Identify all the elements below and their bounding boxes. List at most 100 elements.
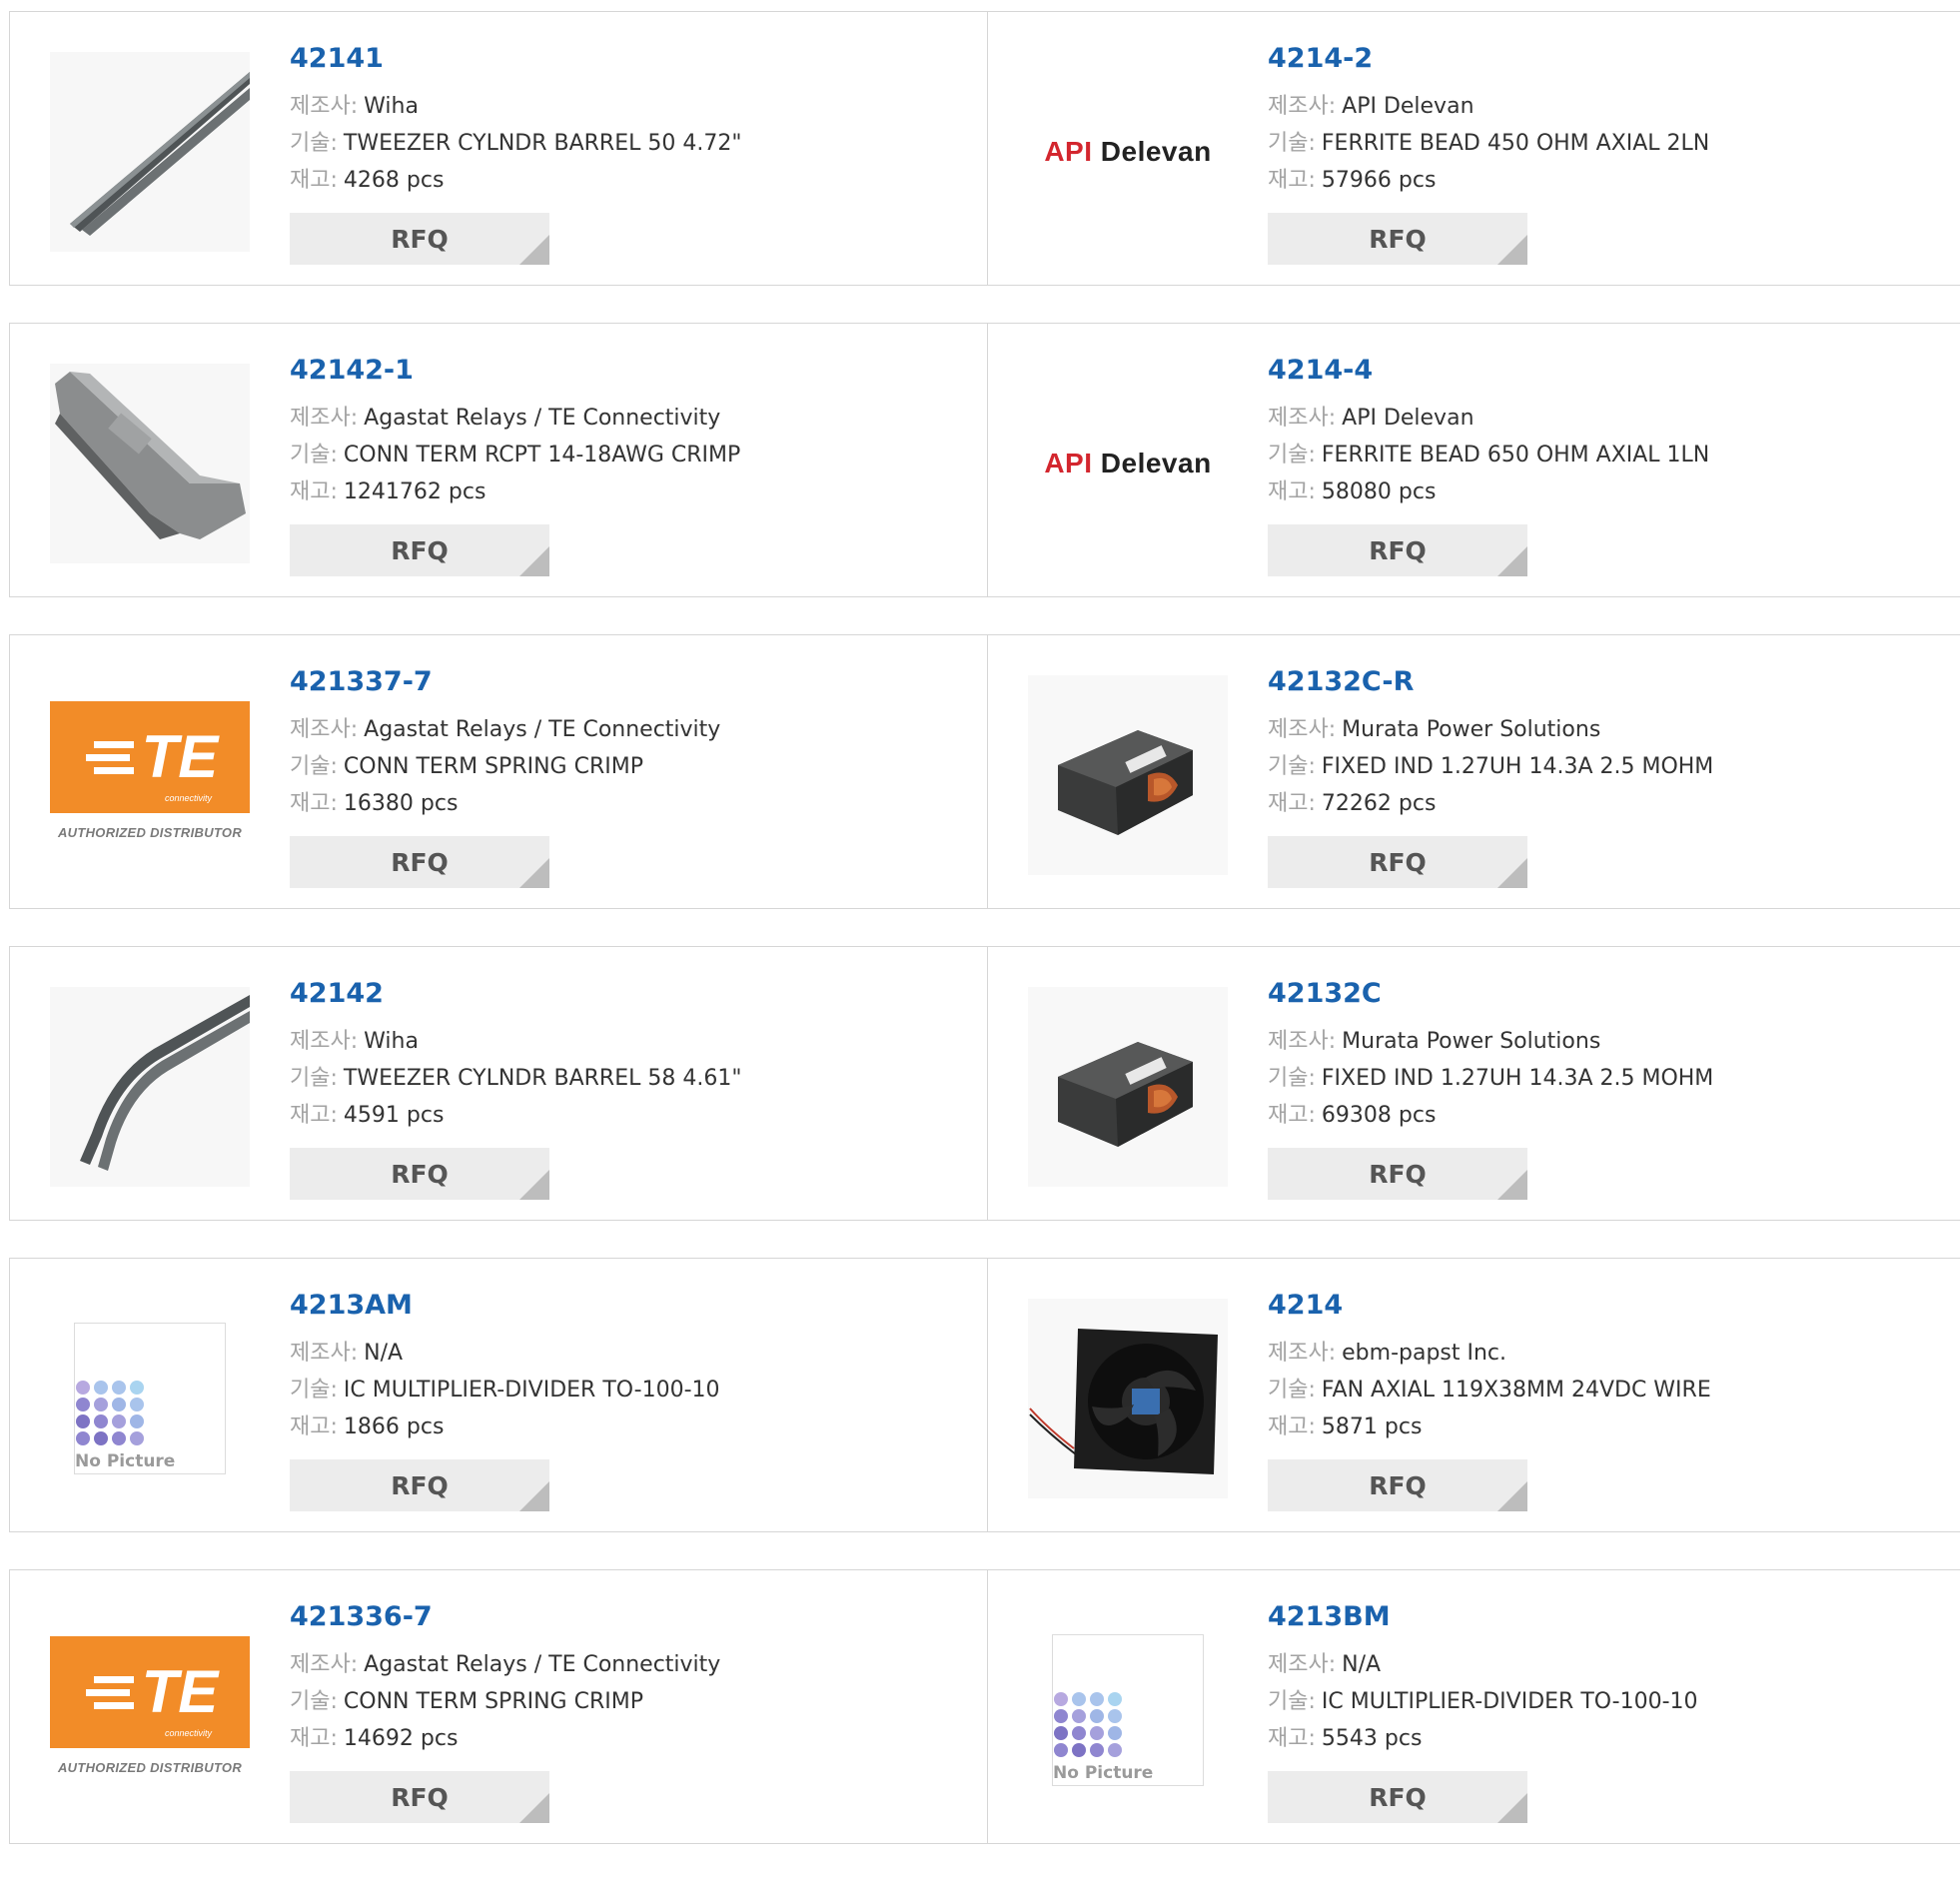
- no-picture-label: No Picture: [1053, 1763, 1154, 1783]
- rfq-button[interactable]: RFQ: [1268, 836, 1527, 888]
- product-image[interactable]: [50, 52, 250, 252]
- te-logo-box: TE connectivity: [50, 701, 250, 813]
- description-value: FIXED IND 1.27UH 14.3A 2.5 MOHM: [1321, 754, 1714, 779]
- crimp-terminal-image: [50, 364, 250, 563]
- te-logo-text: TE: [141, 1658, 219, 1725]
- product-card: 42132C-R 제조사: Murata Power Solutions 기술: F…: [987, 635, 1960, 908]
- rfq-button[interactable]: RFQ: [290, 524, 549, 576]
- product-info: 42142 제조사: Wiha 기술: TWEEZER CYLNDR BARREL …: [290, 977, 977, 1134]
- description-label: 기술:: [1268, 1689, 1316, 1714]
- stock-value: 16380 pcs: [343, 791, 459, 816]
- description-row: 기술: CONN TERM RCPT 14-18AWG CRIMP: [290, 437, 977, 473]
- description-value: IC MULTIPLIER-DIVIDER TO-100-10: [343, 1378, 720, 1403]
- product-card: TE connectivity AUTHORIZED DISTRIBUTOR 421…: [10, 635, 987, 908]
- manufacturer-value: Agastat Relays / TE Connectivity: [364, 717, 721, 742]
- manufacturer-value: N/A: [1342, 1652, 1382, 1677]
- part-number-link[interactable]: 42142: [290, 977, 977, 1011]
- product-image[interactable]: [1028, 675, 1228, 875]
- product-image[interactable]: API Delevan: [1028, 52, 1228, 252]
- corner-triangle-icon: [519, 235, 549, 265]
- manufacturer-row: 제조사: Wiha: [290, 1023, 977, 1060]
- stock-value: 5871 pcs: [1321, 1414, 1423, 1439]
- tweezer-bent-image: [50, 987, 250, 1187]
- part-number-link[interactable]: 42141: [290, 42, 977, 76]
- part-number-link[interactable]: 4214-2: [1268, 42, 1951, 76]
- rfq-button[interactable]: RFQ: [290, 1148, 549, 1200]
- product-image[interactable]: [50, 987, 250, 1187]
- corner-triangle-icon: [1497, 1481, 1527, 1511]
- rfq-button[interactable]: RFQ: [290, 213, 549, 265]
- part-number-link[interactable]: 4214-4: [1268, 354, 1951, 388]
- product-info: 42141 제조사: Wiha 기술: TWEEZER CYLNDR BARREL …: [290, 42, 977, 199]
- product-info: 4214-2 제조사: API Delevan 기술: FERRITE BEAD 4…: [1268, 42, 1951, 199]
- manufacturer-row: 제조사: Murata Power Solutions: [1268, 1023, 1951, 1060]
- rfq-button[interactable]: RFQ: [290, 1459, 549, 1511]
- description-value: FAN AXIAL 119X38MM 24VDC WIRE: [1321, 1378, 1711, 1403]
- stock-row: 재고: 69308 pcs: [1268, 1097, 1951, 1134]
- stock-label: 재고:: [290, 791, 338, 816]
- rfq-button[interactable]: RFQ: [1268, 1771, 1527, 1823]
- product-image[interactable]: TE connectivity AUTHORIZED DISTRIBUTOR: [50, 675, 250, 875]
- manufacturer-value: Murata Power Solutions: [1342, 717, 1601, 742]
- description-value: FERRITE BEAD 650 OHM AXIAL 1LN: [1321, 443, 1710, 468]
- description-row: 기술: IC MULTIPLIER-DIVIDER TO-100-10: [290, 1372, 977, 1409]
- stock-value: 58080 pcs: [1321, 479, 1437, 504]
- product-card: API Delevan 4214-4 제조사: API Delevan 기술: FE…: [987, 324, 1960, 596]
- product-row: 42141 제조사: Wiha 기술: TWEEZER CYLNDR BARREL …: [9, 11, 1960, 286]
- rfq-button[interactable]: RFQ: [290, 1771, 549, 1823]
- rfq-label: RFQ: [391, 1782, 449, 1812]
- product-card: 42141 제조사: Wiha 기술: TWEEZER CYLNDR BARREL …: [10, 12, 987, 285]
- product-info: 421336-7 제조사: Agastat Relays / TE Connect…: [290, 1600, 977, 1757]
- product-image[interactable]: [1028, 987, 1228, 1187]
- description-label: 기술:: [1268, 1378, 1316, 1403]
- product-image[interactable]: No Picture: [1028, 1610, 1228, 1810]
- product-image[interactable]: No Picture: [50, 1299, 250, 1498]
- part-number-link[interactable]: 4214: [1268, 1289, 1951, 1323]
- description-label: 기술:: [290, 1066, 338, 1091]
- description-row: 기술: CONN TERM SPRING CRIMP: [290, 748, 977, 785]
- product-card: 42132C 제조사: Murata Power Solutions 기술: FIX…: [987, 947, 1960, 1220]
- stock-row: 재고: 16380 pcs: [290, 785, 977, 822]
- description-row: 기술: CONN TERM SPRING CRIMP: [290, 1683, 977, 1720]
- fan-image: [1028, 1299, 1228, 1498]
- rfq-button[interactable]: RFQ: [1268, 1148, 1527, 1200]
- no-picture-icon: [76, 1381, 144, 1445]
- description-row: 기술: FIXED IND 1.27UH 14.3A 2.5 MOHM: [1268, 748, 1951, 785]
- rfq-button[interactable]: RFQ: [1268, 213, 1527, 265]
- stock-row: 재고: 57966 pcs: [1268, 162, 1951, 199]
- part-number-link[interactable]: 4213AM: [290, 1289, 977, 1323]
- manufacturer-label: 제조사:: [1268, 1341, 1337, 1366]
- stock-row: 재고: 4268 pcs: [290, 162, 977, 199]
- product-image[interactable]: TE connectivity AUTHORIZED DISTRIBUTOR: [50, 1610, 250, 1810]
- manufacturer-row: 제조사: N/A: [1268, 1646, 1951, 1683]
- stock-label: 재고:: [290, 1414, 338, 1439]
- stock-value: 4268 pcs: [343, 168, 445, 193]
- product-card: No Picture 4213BM 제조사: N/A 기술: IC MULTIPLI…: [987, 1570, 1960, 1843]
- manufacturer-value: Agastat Relays / TE Connectivity: [364, 1652, 721, 1677]
- product-image[interactable]: [50, 364, 250, 563]
- description-row: 기술: FERRITE BEAD 650 OHM AXIAL 1LN: [1268, 437, 1951, 473]
- stock-row: 재고: 4591 pcs: [290, 1097, 977, 1134]
- rfq-button[interactable]: RFQ: [290, 836, 549, 888]
- stock-value: 4591 pcs: [343, 1103, 445, 1128]
- manufacturer-label: 제조사:: [290, 717, 359, 742]
- product-image[interactable]: [1028, 1299, 1228, 1498]
- stock-value: 57966 pcs: [1321, 168, 1437, 193]
- description-row: 기술: FAN AXIAL 119X38MM 24VDC WIRE: [1268, 1372, 1951, 1409]
- part-number-link[interactable]: 42132C: [1268, 977, 1951, 1011]
- part-number-link[interactable]: 4213BM: [1268, 1600, 1951, 1634]
- inductor-image: [1028, 987, 1228, 1187]
- product-row: 42142-1 제조사: Agastat Relays / TE Connecti…: [9, 323, 1960, 597]
- rfq-button[interactable]: RFQ: [1268, 1459, 1527, 1511]
- part-number-link[interactable]: 421337-7: [290, 665, 977, 699]
- product-info: 4214 제조사: ebm-papst Inc. 기술: FAN AXIAL 119…: [1268, 1289, 1951, 1445]
- part-number-link[interactable]: 42132C-R: [1268, 665, 1951, 699]
- part-number-link[interactable]: 421336-7: [290, 1600, 977, 1634]
- delevan-logo-text: Delevan: [1100, 448, 1212, 478]
- product-image[interactable]: API Delevan: [1028, 364, 1228, 563]
- description-label: 기술:: [1268, 754, 1316, 779]
- part-number-link[interactable]: 42142-1: [290, 354, 977, 388]
- manufacturer-value: ebm-papst Inc.: [1342, 1341, 1507, 1366]
- rfq-button[interactable]: RFQ: [1268, 524, 1527, 576]
- manufacturer-label: 제조사:: [1268, 717, 1337, 742]
